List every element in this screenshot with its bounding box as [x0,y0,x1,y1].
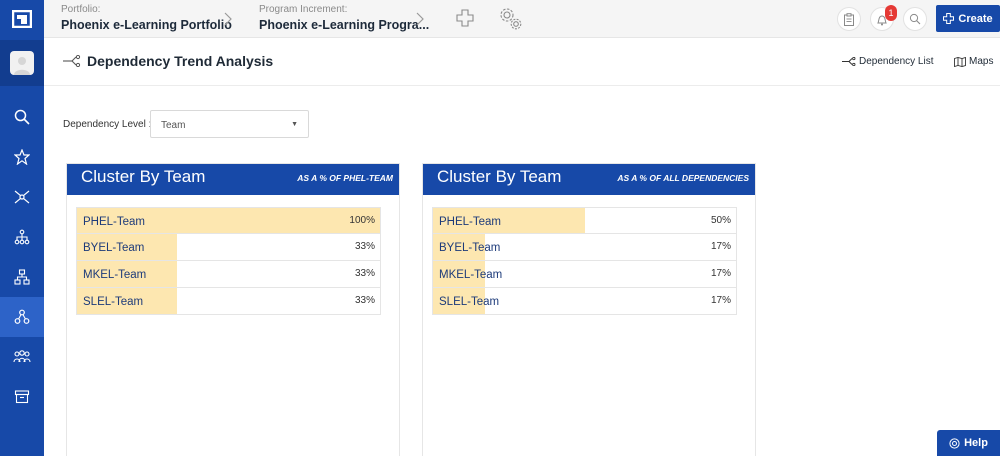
team-name: SLEL-Team [439,296,500,308]
cluster-card-all-dependencies: Cluster By Team AS A % OF ALL DEPENDENCI… [422,163,756,456]
portfolio-value[interactable]: Phoenix e-Learning Portfolio [61,16,232,34]
team-name: PHEL-Team [439,216,501,228]
settings-gear-icon[interactable] [498,6,524,32]
card-header: Cluster By Team AS A % OF ALL DEPENDENCI… [423,164,755,195]
cluster-rows: PHEL-Team 50% BYEL-Team 17% MKEL-Team 17… [432,207,737,315]
card-title: Cluster By Team [81,167,206,186]
dependency-level-select[interactable]: Team ▼ [150,110,309,138]
cluster-row[interactable]: SLEL-Team 17% [432,288,737,315]
portfolio-selector[interactable]: Portfolio: Phoenix e-Learning Portfolio [61,4,232,34]
search-icon [14,109,30,125]
dependency-list-label: Dependency List [859,56,934,67]
chevron-right-icon [416,12,424,26]
global-search-button[interactable] [903,7,927,31]
nav-search[interactable] [0,97,44,137]
user-avatar-area[interactable] [0,40,44,86]
avatar-icon [14,57,30,75]
page-header: Dependency Trend Analysis Dependency Lis… [44,38,1000,86]
search-icon [909,13,921,25]
program-increment-value[interactable]: Phoenix e-Learning Progra... [259,16,429,34]
team-percentage: 100% [349,215,375,226]
team-percentage: 33% [354,268,375,279]
avatar[interactable] [10,51,34,75]
cluster-row[interactable]: BYEL-Team 33% [76,234,381,261]
program-increment-selector[interactable]: Program Increment: Phoenix e-Learning Pr… [259,4,429,34]
left-rail [0,0,44,456]
team-icon [13,350,31,363]
team-name: PHEL-Team [83,216,145,228]
maps-link[interactable]: Maps [954,56,993,67]
top-bar: Portfolio: Phoenix e-Learning Portfolio … [44,0,1000,38]
star-icon [14,149,30,165]
help-lifebuoy-icon [949,437,960,449]
help-label: Help [964,437,988,449]
cluster-row[interactable]: PHEL-Team 50% [432,207,737,234]
hierarchy-icon [14,229,30,245]
logo-icon [12,10,32,28]
card-header: Cluster By Team AS A % OF PHEL-TEAM [67,164,399,195]
nav-teams[interactable] [0,337,44,377]
team-percentage: 17% [710,241,731,252]
nav-network[interactable] [0,177,44,217]
program-increment-label: Program Increment: [259,4,348,15]
archive-icon [14,390,30,404]
create-button-label: Create [958,12,993,25]
nav-org-chart[interactable] [0,257,44,297]
card-subtitle: AS A % OF PHEL-TEAM [297,173,393,183]
team-name: MKEL-Team [83,269,147,281]
card-title: Cluster By Team [437,167,562,186]
maps-label: Maps [969,56,994,67]
chevron-right-icon [224,12,232,26]
clipboard-icon [844,12,854,26]
team-percentage: 50% [710,215,731,226]
nav-dependencies[interactable] [0,297,44,337]
caret-down-icon: ▼ [291,121,298,128]
card-subtitle: AS A % OF ALL DEPENDENCIES [617,173,749,183]
team-name: BYEL-Team [83,242,145,254]
nav-favorites[interactable] [0,137,44,177]
cluster-card-team-relative: Cluster By Team AS A % OF PHEL-TEAM PHEL… [66,163,400,456]
team-percentage: 17% [710,295,731,306]
team-name: BYEL-Team [439,242,501,254]
app-logo[interactable] [0,0,44,38]
cluster-row[interactable]: BYEL-Team 17% [432,234,737,261]
dependency-level-value: Team [161,120,186,131]
team-name: SLEL-Team [83,296,144,308]
dependency-icon [14,309,30,324]
map-icon [954,56,966,67]
team-percentage: 33% [354,295,375,306]
cluster-row[interactable]: MKEL-Team 17% [432,261,737,288]
notification-badge[interactable]: 1 [885,5,897,21]
help-button[interactable]: Help [937,430,1000,456]
portfolio-label: Portfolio: [61,4,101,15]
dependency-level-label: Dependency Level : [63,119,152,130]
create-button[interactable]: Create [936,5,1000,32]
nav-hierarchy[interactable] [0,217,44,257]
plus-icon [943,13,955,24]
team-percentage: 33% [354,241,375,252]
org-chart-icon [14,269,30,285]
dependency-link-icon [63,55,81,67]
cluster-row[interactable]: MKEL-Team 33% [76,261,381,288]
dependency-list-link[interactable]: Dependency List [842,56,934,67]
nav-archive[interactable] [0,377,44,417]
clipboard-button[interactable] [837,7,861,31]
dependency-list-icon [842,57,856,66]
cluster-rows: PHEL-Team 100% BYEL-Team 33% MKEL-Team 3… [76,207,381,315]
team-percentage: 17% [710,268,731,279]
cluster-row[interactable]: PHEL-Team 100% [76,207,381,234]
team-name: MKEL-Team [439,269,503,281]
cluster-row[interactable]: SLEL-Team 33% [76,288,381,315]
add-icon[interactable] [456,8,474,28]
page-title: Dependency Trend Analysis [87,53,274,69]
network-icon [14,190,30,204]
